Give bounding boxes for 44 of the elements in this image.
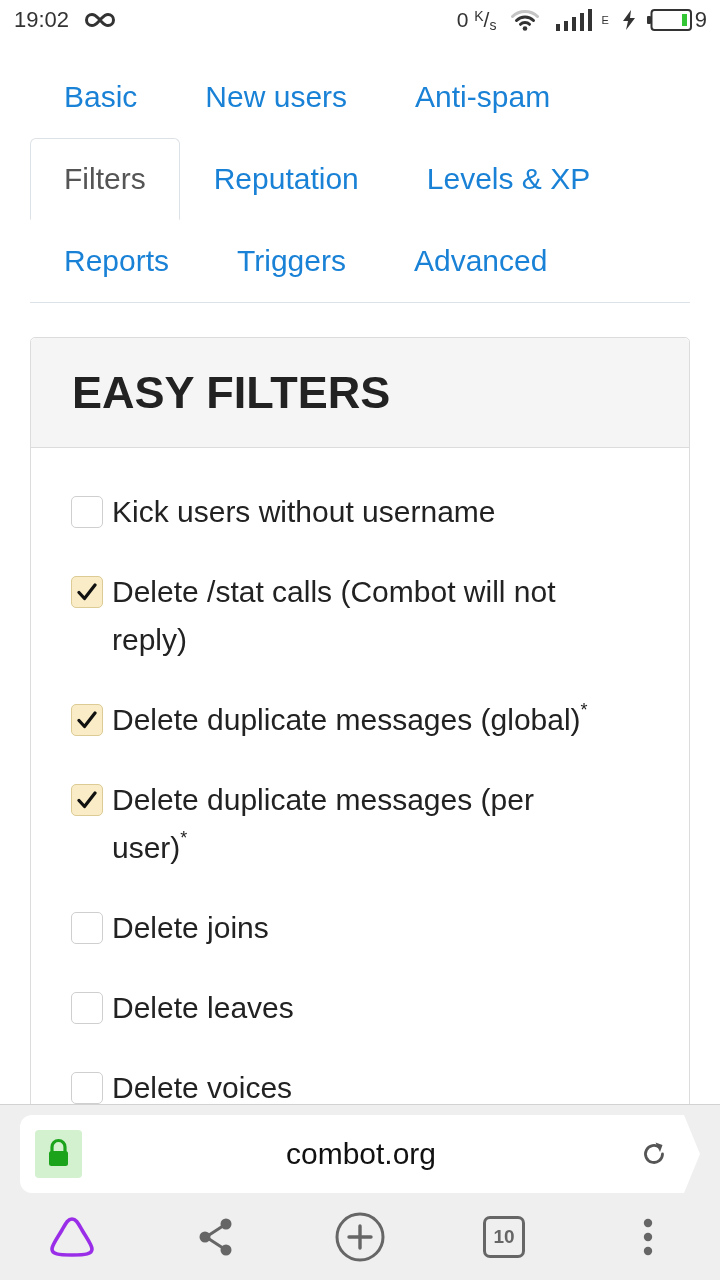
battery-icon [646, 9, 692, 31]
tab[interactable]: Advanced [379, 220, 582, 302]
checkbox[interactable] [71, 784, 103, 816]
checkbox[interactable] [71, 496, 103, 528]
check-icon [77, 583, 97, 601]
tab[interactable]: Basic [30, 56, 172, 138]
checkbox-label: Kick users without username [112, 494, 496, 530]
checkbox-label: Delete voices [112, 1070, 293, 1104]
checkbox-label: Delete leaves [112, 990, 294, 1026]
check-icon [77, 791, 97, 809]
status-time: 19:02 [14, 7, 70, 33]
checkbox[interactable] [71, 992, 103, 1024]
checkbox[interactable] [71, 576, 103, 608]
checkbox-label: Delete duplicate messages (global)$^{*}$ [112, 699, 588, 738]
checkbox-label: Delete joins [112, 910, 269, 946]
more-icon[interactable] [643, 1217, 653, 1256]
rounded-triangle-icon[interactable] [49, 1215, 95, 1258]
tab-count-button[interactable]: 10 [483, 1215, 525, 1258]
checkbox-label: Delete duplicate messages (per user)$^{*}$ [112, 782, 535, 866]
signal-icon [556, 9, 595, 31]
checkbox-label: Delete /stat calls (Combot will not reply) [112, 574, 557, 658]
network-type: E [601, 14, 609, 26]
share-icon[interactable] [198, 1217, 234, 1256]
tab[interactable]: Reports [30, 220, 204, 302]
battery-percent: 9 [694, 7, 707, 33]
url-text: combot.org [284, 1137, 438, 1171]
tab[interactable]: Filters [30, 138, 180, 220]
checkbox[interactable] [71, 1072, 103, 1104]
lightning-icon [622, 10, 635, 30]
tab[interactable]: New users [171, 56, 382, 138]
tab[interactable]: Reputation [179, 138, 393, 220]
lock-icon [35, 1130, 82, 1178]
add-icon[interactable] [335, 1211, 385, 1262]
infinity-icon [84, 12, 117, 28]
network-speed: 0 $^{K}$/$_{s}$ [456, 7, 497, 33]
checkbox[interactable] [71, 912, 103, 944]
panel-title: EASY FILTERS [72, 366, 391, 419]
wifi-icon [511, 9, 540, 31]
tab[interactable]: Anti-spam [381, 56, 585, 138]
check-icon [77, 711, 97, 729]
tab[interactable]: Levels & XP [392, 138, 625, 220]
address-bar[interactable]: combot.org [20, 1115, 700, 1193]
tab[interactable]: Triggers [203, 220, 380, 302]
checkbox[interactable] [71, 704, 103, 736]
